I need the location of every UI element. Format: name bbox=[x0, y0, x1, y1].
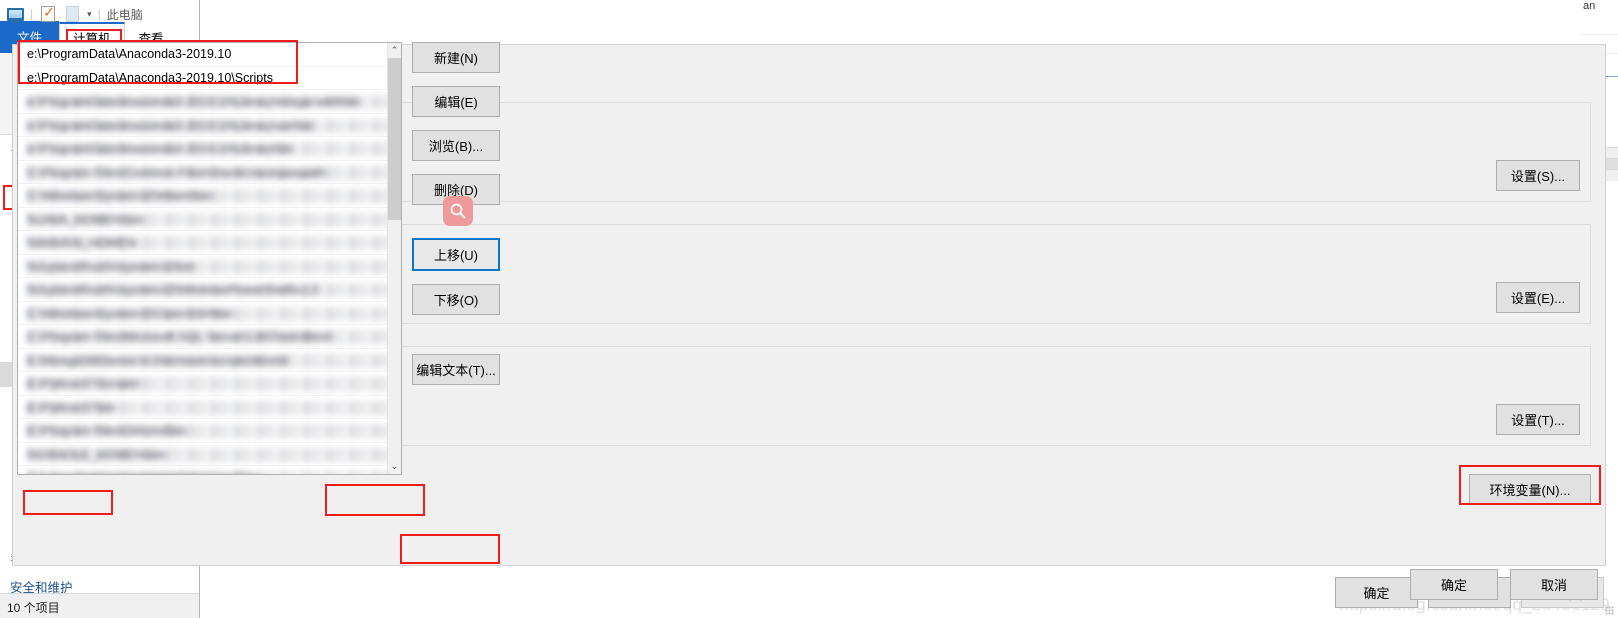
list-item-path-redacted[interactable]: e:\ProgramData\Anaconda3-2019.10\Library… bbox=[18, 137, 401, 161]
startup-recovery-settings-button[interactable]: 设置(T)... bbox=[1496, 404, 1580, 435]
list-item-path-redacted[interactable]: E:\Python37\Scripts\ bbox=[18, 372, 401, 396]
list-item-path-redacted[interactable]: C:\Program Files\Common Files\Oracle\Jav… bbox=[18, 161, 401, 184]
edit-button[interactable]: 编辑(E) bbox=[412, 86, 500, 117]
list-item-path-redacted[interactable]: C:\Windows\System32\OpenSSH\bin bbox=[18, 302, 401, 325]
monitor-icon[interactable] bbox=[6, 6, 24, 23]
scroll-up-icon[interactable]: ⌃ bbox=[388, 43, 401, 58]
annotation-box-anaconda-paths bbox=[18, 40, 298, 84]
list-scrollbar[interactable]: ⌃ ⌄ bbox=[387, 43, 401, 474]
list-item-path-redacted[interactable]: E:\Python37\bin bbox=[18, 396, 401, 419]
edit-text-button[interactable]: 编辑文本(T)... bbox=[412, 354, 500, 385]
divider: | bbox=[30, 7, 34, 21]
list-item-path-redacted[interactable]: C:\Users\Administrator\AppData\Local\bin bbox=[18, 466, 401, 474]
environment-variables-button-wrap: 环境变量(N)... bbox=[1459, 465, 1601, 505]
explorer-title: 此电脑 bbox=[106, 7, 143, 22]
resize-grip[interactable] bbox=[1605, 606, 1614, 615]
move-down-button[interactable]: 下移(O) bbox=[412, 284, 500, 315]
annotation-box-ok-button bbox=[325, 484, 425, 516]
list-item-path-redacted[interactable]: %GRADLE_HOME%\bin bbox=[18, 443, 401, 466]
annotation-box-path-row bbox=[23, 490, 113, 515]
list-item-path-redacted[interactable]: e:\ProgramData\Anaconda3-2019.10\Library… bbox=[18, 90, 401, 114]
cancel-button[interactable]: 取消 bbox=[1510, 569, 1598, 600]
performance-settings-button[interactable]: 设置(S)... bbox=[1496, 160, 1580, 191]
list-item-path-redacted[interactable]: %JAVA_HOME%\bin bbox=[18, 208, 401, 231]
browse-button[interactable]: 浏览(B)... bbox=[412, 130, 500, 161]
list-item-path-redacted[interactable]: %SystemRoot%\system32\bin bbox=[18, 255, 401, 278]
divider: | bbox=[97, 7, 101, 21]
search-icon[interactable] bbox=[443, 196, 473, 226]
list-item-path-redacted[interactable]: C:\Program Files\Microsoft SQL Server\13… bbox=[18, 325, 401, 349]
move-up-button[interactable]: 上移(U) bbox=[412, 238, 500, 271]
editor-code-fragment: an bbox=[1583, 0, 1596, 12]
list-item-path-redacted[interactable]: %SystemRoot%\system32\WindowsPowerShell\… bbox=[18, 278, 401, 302]
annotation-box-system-edit-button bbox=[400, 534, 500, 564]
scroll-down-icon[interactable]: ⌄ bbox=[388, 459, 401, 474]
new-button[interactable]: 新建(N) bbox=[412, 42, 500, 73]
list-item-path-redacted[interactable]: e:\ProgramData\Anaconda3-2019.10\Library… bbox=[18, 114, 401, 137]
path-entries-list[interactable]: e:\ProgramData\Anaconda3-2019.10 e:\Prog… bbox=[17, 42, 402, 475]
screenshot-root: an /A /A https://blog.csdn.net/qq_284361… bbox=[0, 0, 1618, 618]
scrollbar-thumb[interactable] bbox=[388, 58, 401, 220]
properties-check-icon[interactable] bbox=[39, 4, 57, 22]
system-properties-footer: 确定 取消 应用(A) bbox=[0, 577, 1618, 608]
ok-button[interactable]: 确定 bbox=[1410, 569, 1498, 600]
list-item-path-redacted[interactable]: E:\MongoDB\Server\4.0\bin\tools\scripts\… bbox=[18, 349, 401, 372]
list-item-path-redacted[interactable]: C:\Windows\System32\Wbem\bin bbox=[18, 184, 401, 208]
user-profiles-settings-button[interactable]: 设置(E)... bbox=[1496, 282, 1580, 313]
list-item-path-redacted[interactable]: %MAVEN_HOME% bbox=[18, 231, 401, 255]
chevron-down-icon[interactable]: ▾ bbox=[87, 9, 92, 20]
annotation-box-environment-variables bbox=[1459, 465, 1601, 505]
ok-button[interactable]: 确定 bbox=[1335, 577, 1418, 608]
editor-divider bbox=[1580, 34, 1618, 35]
list-item-path-redacted[interactable]: E:\Program Files\Git\cmd\bin bbox=[18, 419, 401, 443]
edit-dialog-footer: 确定 取消 bbox=[1410, 569, 1598, 600]
page-icon[interactable] bbox=[63, 6, 81, 22]
